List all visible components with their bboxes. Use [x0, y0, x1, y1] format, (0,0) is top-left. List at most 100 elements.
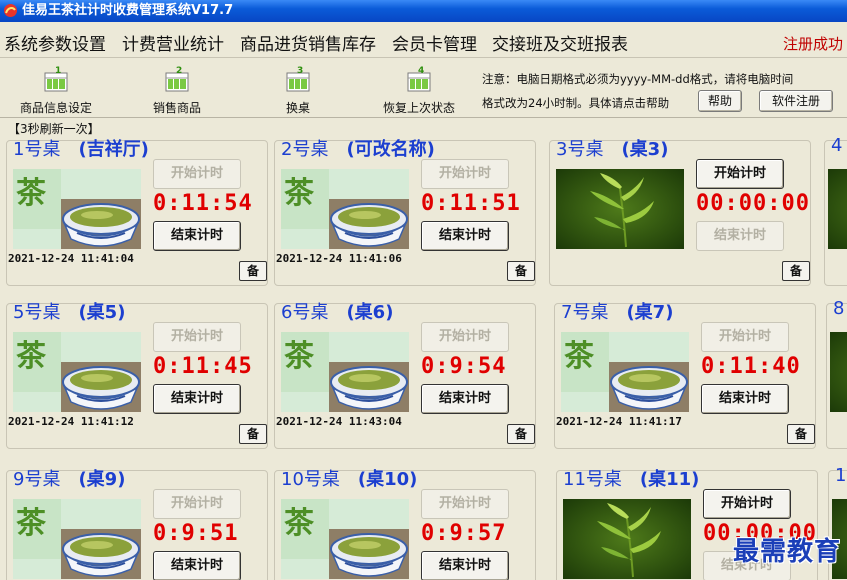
start-timer-button[interactable]: 开始计时: [153, 322, 241, 352]
note-button[interactable]: 备: [507, 261, 535, 281]
sell-goods-button[interactable]: 2 销售商品: [122, 60, 232, 118]
elapsed-timer: 00:00:00: [696, 191, 810, 216]
table-card-10: 10号桌 (桌10) 茶 开始计时 0:9:57 结束计时: [274, 469, 536, 580]
start-timer-button[interactable]: 开始计时: [696, 159, 784, 189]
table-nickname: (桌9): [78, 469, 126, 490]
end-timer-button[interactable]: 结束计时: [421, 384, 509, 414]
svg-text:茶: 茶: [284, 176, 315, 211]
elapsed-timer: 0:9:51: [153, 521, 239, 546]
table-nickname: (桌11): [639, 469, 700, 490]
note-button[interactable]: 备: [787, 424, 815, 444]
start-datetime: 2021-12-24 11:41:17: [556, 415, 682, 428]
table-title: 2号桌 (可改名称): [281, 135, 435, 161]
end-timer-button[interactable]: 结束计时: [696, 221, 784, 251]
menu-billing-stats[interactable]: 计费营业统计: [122, 30, 224, 55]
menu-bar: 系统参数设置 计费营业统计 商品进货销售库存 会员卡管理 交接班及交班报表 注册…: [0, 24, 847, 58]
tea-cup-svg: 茶: [13, 499, 141, 579]
tea-leaves-image: [556, 169, 684, 249]
elapsed-timer: 0:9:57: [421, 521, 507, 546]
software-register-button[interactable]: 软件注册: [759, 90, 833, 112]
menu-member-card[interactable]: 会员卡管理: [392, 30, 477, 55]
menu-shift-report[interactable]: 交接班及交班报表: [492, 30, 628, 55]
table-card-6: 6号桌 (桌6) 茶 开始计时 0:9:54 结束计时 2021-12-24 11…: [274, 302, 536, 449]
start-timer-button[interactable]: 开始计时: [421, 322, 509, 352]
table-title: 3号桌 (桌3): [556, 135, 668, 161]
end-timer-button[interactable]: 结束计时: [701, 384, 789, 414]
table-nickname: (桌6): [346, 302, 394, 323]
end-timer-button[interactable]: 结束计时: [153, 551, 241, 580]
table-nickname: (吉祥厅): [78, 139, 149, 160]
goods-info-button[interactable]: 1 商品信息设定: [1, 60, 111, 118]
app-logo-icon: [4, 4, 17, 17]
elapsed-timer: 0:9:54: [421, 354, 507, 379]
svg-text:茶: 茶: [16, 506, 47, 541]
tea-leaves-image: [830, 332, 847, 412]
start-timer-button[interactable]: 开始计时: [153, 489, 241, 519]
tea-cup-svg: 茶: [281, 499, 409, 579]
elapsed-timer: 0:11:45: [153, 354, 253, 379]
goods-info-label: 商品信息设定: [19, 101, 92, 115]
sell-goods-label: 销售商品: [152, 101, 201, 115]
table-title: 12: [835, 465, 847, 486]
end-timer-button[interactable]: 结束计时: [153, 221, 241, 251]
table-title: 11号桌 (桌11): [563, 465, 699, 491]
change-table-button[interactable]: 3 换桌: [243, 60, 353, 118]
restore-state-button[interactable]: 4 恢复上次状态: [364, 60, 474, 118]
tea-cup-image: 茶: [281, 499, 409, 579]
start-datetime: 2021-12-24 11:43:04: [276, 415, 402, 428]
note-button[interactable]: 备: [782, 261, 810, 281]
table-title: 1号桌 (吉祥厅): [13, 135, 149, 161]
help-button[interactable]: 帮助: [698, 90, 742, 112]
start-timer-button[interactable]: 开始计时: [701, 322, 789, 352]
menu-goods-inventory[interactable]: 商品进货销售库存: [240, 30, 376, 55]
svg-text:1: 1: [55, 66, 61, 76]
table-card-9: 9号桌 (桌9) 茶 开始计时 0:9:51 结束计时: [6, 469, 268, 580]
table-title: 5号桌 (桌5): [13, 298, 125, 324]
table-number: 3号桌: [556, 139, 604, 160]
menu-system-settings[interactable]: 系统参数设置: [4, 30, 106, 55]
table-title: 10号桌 (桌10): [281, 465, 417, 491]
notice-line-1: 注意：电脑日期格式必须为yyyy-MM-dd格式，请将电脑时间: [482, 72, 794, 86]
end-timer-button[interactable]: 结束计时: [421, 551, 509, 580]
notice-line-2: 格式改为24小时制。具体请点击帮助: [482, 96, 670, 110]
note-button[interactable]: 备: [507, 424, 535, 444]
toolbar: 1 商品信息设定 2 销售商品 3 换桌 4 恢复上次状态 注意：电脑日期格式必…: [0, 60, 847, 118]
grid-3-icon: 3: [286, 66, 310, 92]
tea-cup-image: 茶: [281, 332, 409, 412]
title-bar: 佳易王茶社计时收费管理系统V17.7: [0, 0, 847, 22]
svg-text:2: 2: [176, 66, 182, 76]
end-timer-button[interactable]: 结束计时: [153, 384, 241, 414]
tea-leaves-svg: [830, 332, 847, 412]
table-nickname: (桌5): [78, 302, 126, 323]
note-button[interactable]: 备: [239, 261, 267, 281]
svg-text:4: 4: [418, 66, 424, 76]
tea-cup-svg: 茶: [13, 332, 141, 412]
table-number: 10号桌: [281, 469, 340, 490]
svg-text:茶: 茶: [284, 506, 315, 541]
start-timer-button[interactable]: 开始计时: [421, 489, 509, 519]
start-datetime: 2021-12-24 11:41:06: [276, 252, 402, 265]
tea-cup-image: 茶: [13, 332, 141, 412]
svg-text:茶: 茶: [16, 176, 47, 211]
elapsed-timer: 0:11:40: [701, 354, 801, 379]
table-number: 11号桌: [563, 469, 622, 490]
table-card-7: 7号桌 (桌7) 茶 开始计时 0:11:40 结束计时 2021-12-24 1…: [554, 302, 816, 449]
start-timer-button[interactable]: 开始计时: [421, 159, 509, 189]
table-number: 7号桌: [561, 302, 609, 323]
start-timer-button[interactable]: 开始计时: [703, 489, 791, 519]
end-timer-button[interactable]: 结束计时: [421, 221, 509, 251]
table-number: 9号桌: [13, 469, 61, 490]
window-title: 佳易王茶社计时收费管理系统V17.7: [22, 3, 234, 18]
start-timer-button[interactable]: 开始计时: [153, 159, 241, 189]
watermark-text: 最需教育: [732, 537, 841, 567]
start-datetime: 2021-12-24 11:41:04: [8, 252, 134, 265]
table-card-2: 2号桌 (可改名称) 茶 开始计时 0:11:51 结束计时 2021-12-24…: [274, 139, 536, 286]
table-card-5: 5号桌 (桌5) 茶 开始计时 0:11:45 结束计时 2021-12-24 1…: [6, 302, 268, 449]
tea-leaves-svg: [556, 169, 684, 249]
tea-cup-image: 茶: [561, 332, 689, 412]
note-button[interactable]: 备: [239, 424, 267, 444]
tea-leaves-svg: [563, 499, 691, 579]
grid-2-icon: 2: [165, 66, 189, 92]
restore-state-label: 恢复上次状态: [382, 101, 455, 115]
svg-text:茶: 茶: [564, 339, 595, 374]
